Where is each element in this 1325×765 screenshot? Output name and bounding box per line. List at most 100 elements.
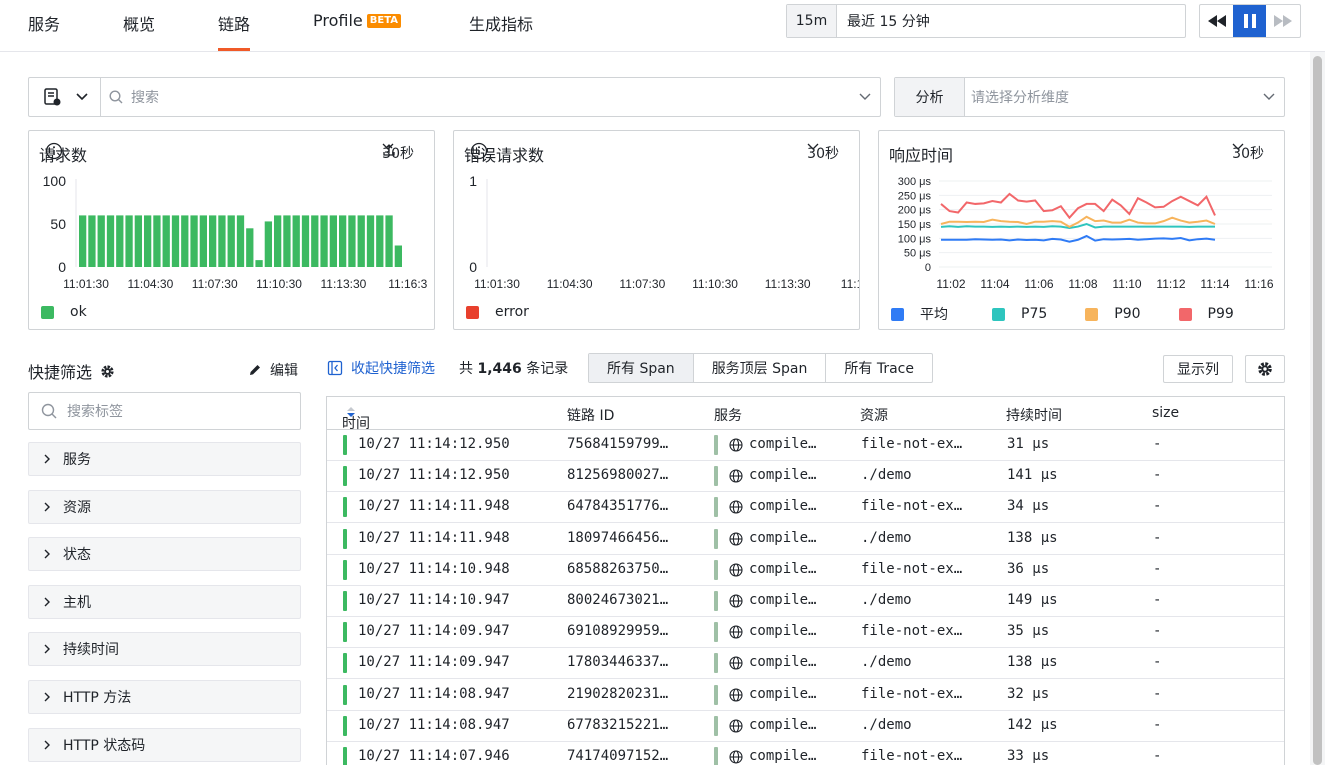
search-dropdown-toggle[interactable] [850, 93, 880, 101]
column-header-duration[interactable]: 持续时间 [1006, 405, 1062, 425]
segment-all-traces[interactable]: 所有 Trace [826, 354, 932, 382]
column-header-time[interactable]: 时间 [342, 405, 370, 432]
time-range-label: 最近 15 分钟 [847, 14, 930, 30]
facet-0[interactable]: 服务 [28, 442, 301, 476]
collapse-quick-filter-button[interactable]: 收起快捷筛选 [327, 358, 435, 378]
table-row[interactable]: 10/27 11:14:08.947 21902820231… compile… fi… [327, 680, 1284, 711]
table-row[interactable]: 10/27 11:14:11.948 64784351776… compile… fi… [327, 492, 1284, 524]
legend-label-error[interactable]: error [495, 304, 529, 320]
x-tick-label: 11:16 [1244, 277, 1273, 291]
facet-2[interactable]: 状态 [28, 537, 301, 572]
facet-1[interactable]: 资源 [28, 489, 301, 524]
quick-filter-title-text: 快捷筛选 [28, 363, 93, 382]
legend-label-avg[interactable]: 平均 [920, 304, 948, 324]
legend-label-p75[interactable]: P75 [1021, 306, 1047, 322]
cell-service: compile… [749, 623, 817, 640]
query-mode-select[interactable] [29, 78, 101, 116]
record-count: 共 1,446 条记录 [459, 358, 568, 378]
table-settings-button[interactable] [1245, 355, 1285, 383]
analysis-dropdown-toggle[interactable] [1254, 93, 1284, 101]
edit-quick-filter-button[interactable]: 编辑 [248, 360, 298, 380]
facet-6[interactable]: HTTP 状态码 [28, 727, 301, 762]
service-color-bar [714, 747, 718, 765]
table-row[interactable]: 10/27 11:14:09.947 17803446337… compile… ./… [327, 648, 1284, 680]
bar [274, 215, 282, 267]
cell-time: 10/27 11:14:07.946 [358, 748, 510, 764]
legend-label-ok[interactable]: ok [70, 304, 87, 320]
bar [153, 215, 161, 267]
bar [366, 215, 375, 267]
query-doc-icon [43, 88, 60, 106]
legend-swatch-p90 [1085, 307, 1099, 321]
globe-icon [729, 500, 743, 514]
time-range-picker[interactable]: 15m 最近 15 分钟 [786, 4, 1186, 38]
facet-3[interactable]: 主机 [28, 584, 301, 619]
cell-service: compile… [749, 592, 817, 608]
service-color-bar [714, 559, 718, 580]
rewind-icon [1207, 15, 1226, 27]
facet-4[interactable]: 持续时间 [28, 632, 301, 667]
table-row[interactable]: 10/27 11:14:07.946 74174097152… compile… fi… [327, 742, 1284, 765]
table-row[interactable]: 10/27 11:14:12.950 75684159799… compile… fi… [327, 430, 1284, 461]
column-header-size[interactable]: size [1152, 405, 1179, 421]
tab-services[interactable]: 服务 [28, 11, 60, 35]
globe-icon [729, 469, 743, 483]
rewind-button[interactable] [1200, 5, 1233, 37]
table-row[interactable]: 10/27 11:14:09.947 69108929959… compile… fi… [327, 617, 1284, 649]
cell-trace-id: 21902820231… [567, 685, 669, 702]
tab-profile[interactable]: Profile BETA [313, 11, 401, 30]
globe-icon [729, 625, 743, 639]
segment-service-top-spans[interactable]: 服务顶层 Span [694, 354, 827, 382]
fast-forward-button[interactable] [1266, 5, 1299, 37]
y-tick-label: 150 μs [898, 219, 932, 231]
cell-size: - [1153, 748, 1162, 764]
service-color-bar [714, 715, 718, 736]
time-range-short[interactable]: 15m [787, 5, 837, 37]
scrollbar-thumb[interactable] [1313, 56, 1322, 765]
bar [339, 215, 347, 267]
cell-service: compile… [749, 436, 817, 452]
bar [144, 215, 152, 267]
tag-search-input[interactable]: 搜索标签 [28, 392, 301, 430]
cell-time: 10/27 11:14:12.950 [358, 467, 510, 484]
table-row[interactable]: 10/27 11:14:08.947 67783215221… compile… ./… [327, 711, 1284, 742]
column-header-service[interactable]: 服务 [714, 405, 742, 425]
tab-traces[interactable]: 链路 [218, 11, 251, 51]
table-row[interactable]: 10/27 11:14:10.947 80024673021… compile… ./… [327, 586, 1284, 617]
column-header-trace-id[interactable]: 链路 ID [567, 405, 614, 425]
x-tick-label: 11:04 [980, 277, 1009, 291]
bar [283, 215, 291, 267]
tab-generate-metrics[interactable]: 生成指标 [469, 11, 533, 35]
bar [376, 215, 384, 267]
table-row[interactable]: 10/27 11:14:12.950 81256980027… compile… ./… [327, 461, 1284, 493]
page-scrollbar[interactable] [1310, 52, 1325, 765]
quick-filter-title: 快捷筛选 [28, 359, 115, 383]
segment-all-spans[interactable]: 所有 Span [589, 354, 694, 382]
search-input[interactable]: 搜索 [101, 87, 850, 107]
gear-icon[interactable] [100, 364, 115, 379]
pencil-icon [250, 365, 260, 375]
latency-legend: 平均 P75 P90 P99 [891, 304, 1234, 324]
y-tick-label: 100 [43, 173, 67, 189]
count-suffix: 条记录 [526, 361, 569, 377]
pause-button[interactable] [1233, 5, 1266, 37]
y-tick-label: 0 [469, 259, 477, 275]
column-header-resource[interactable]: 资源 [860, 405, 888, 425]
series-line-1 [940, 222, 1215, 230]
legend-label-p90[interactable]: P90 [1114, 306, 1140, 322]
cell-duration: 141 μs [1007, 467, 1058, 484]
legend-label-p99[interactable]: P99 [1208, 306, 1234, 322]
chevron-right-icon [44, 454, 50, 464]
legend-swatch-error [466, 305, 479, 319]
table-row[interactable]: 10/27 11:14:11.948 18097466456… compile… ./… [327, 524, 1284, 555]
cell-size: - [1153, 716, 1162, 733]
facet-5[interactable]: HTTP 方法 [28, 680, 301, 714]
table-row[interactable]: 10/27 11:14:10.948 68588263750… compile… fi… [327, 555, 1284, 586]
facet-label: 服务 [63, 452, 91, 468]
chevron-down-icon [75, 93, 88, 101]
service-color-bar [714, 591, 718, 611]
columns-button[interactable]: 显示列 [1163, 355, 1233, 383]
chevron-right-icon [44, 597, 50, 607]
analysis-dimension-select[interactable]: 分析 请选择分析维度 [894, 77, 1285, 117]
tab-overview[interactable]: 概览 [123, 11, 155, 35]
